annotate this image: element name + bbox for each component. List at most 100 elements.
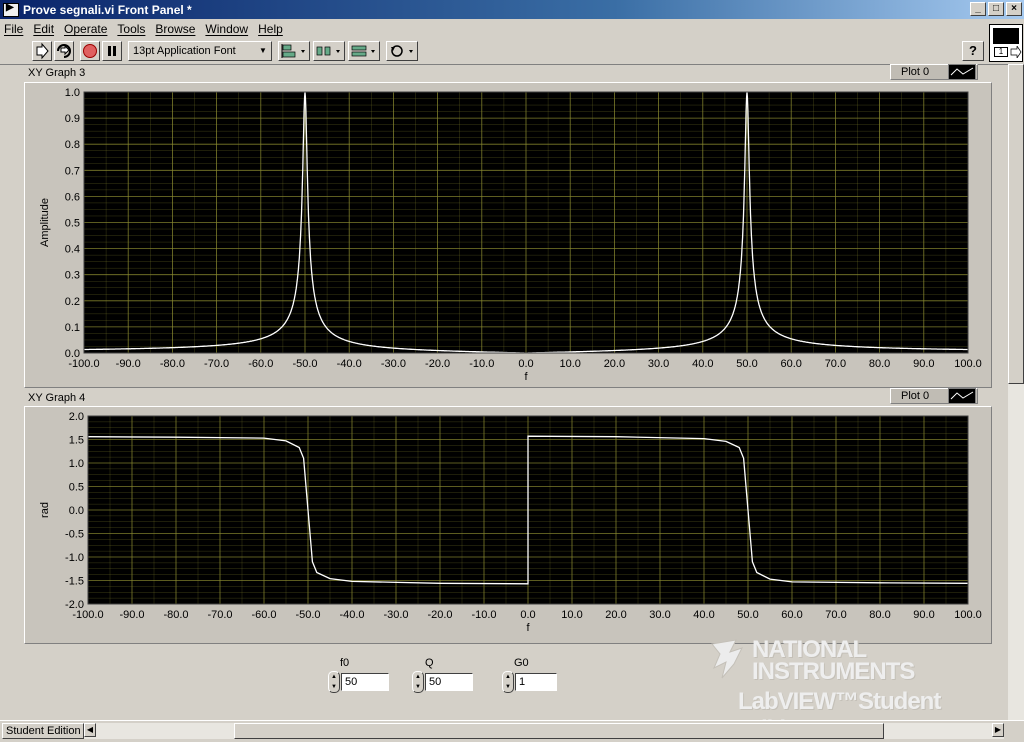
x-tick-label: -50.0 [292, 358, 317, 370]
pause-button[interactable] [102, 41, 122, 61]
maximize-button[interactable]: □ [988, 2, 1004, 16]
y-tick-label: 0.8 [65, 139, 80, 151]
y-tick-label: 0.0 [65, 348, 80, 360]
x-tick-label: -90.0 [116, 358, 141, 370]
x-tick-label: 80.0 [869, 358, 890, 370]
x-axis-label: f [524, 371, 528, 383]
y-tick-label: 1.5 [69, 435, 84, 447]
menu-file[interactable]: File [4, 22, 23, 36]
edition-label: Student Edition [2, 723, 84, 739]
scroll-right-button[interactable]: ▶ [992, 723, 1004, 737]
f0-label: f0 [340, 657, 350, 669]
x-tick-label: 80.0 [869, 609, 890, 621]
y-tick-label: 0.5 [65, 218, 80, 230]
vertical-scrollbar-thumb[interactable] [1008, 64, 1024, 384]
g0-label: G0 [514, 657, 529, 669]
ni-labview-logo: NATIONAL INSTRUMENTS LabVIEW™Student Edi… [708, 636, 1008, 742]
xy-graph-4-label: XY Graph 4 [26, 392, 88, 404]
xy-graph-4[interactable]: -100.0 -90.0 -80.0 -70.0 -60.0 -50.0 -40.0 -30.… [24, 406, 992, 644]
x-tick-label: 40.0 [693, 609, 714, 621]
x-tick-label: 100.0 [954, 609, 982, 621]
menu-operate[interactable]: Operate [64, 22, 107, 36]
reorder-icon [391, 45, 413, 57]
x-tick-label: -70.0 [207, 609, 232, 621]
x-tick-label: 60.0 [781, 609, 802, 621]
resize-objects-icon [351, 45, 375, 57]
x-tick-label: 20.0 [605, 609, 626, 621]
plot-line-icon [950, 391, 974, 400]
xy-graph-3[interactable]: -100.0 -90.0 -80.0 -70.0 -60.0 -50.0 -40.0 -30.… [24, 82, 992, 388]
help-icon: ? [969, 43, 977, 58]
vi-arrow-icon [1010, 46, 1022, 58]
x-tick-label: 0.0 [520, 609, 535, 621]
y-tick-label: 1.0 [69, 458, 84, 470]
y-tick-label: 0.4 [65, 244, 80, 256]
horizontal-scrollbar[interactable]: ◀ ▶ [84, 723, 1004, 739]
reorder-button[interactable] [386, 41, 418, 61]
window-title: Prove segnali.vi Front Panel * [23, 2, 192, 17]
g0-increment-decrement[interactable]: ▲ ▼ [502, 671, 514, 693]
f0-increment-decrement[interactable]: ▲ ▼ [328, 671, 340, 693]
g0-input[interactable]: 1 [515, 673, 557, 691]
resize-objects-button[interactable] [348, 41, 380, 61]
font-selector[interactable]: 13pt Application Font ▼ [128, 41, 272, 61]
y-axis-label: Amplitude [39, 198, 51, 247]
x-tick-label: -30.0 [381, 358, 406, 370]
abort-button[interactable] [80, 41, 100, 61]
vi-monitor-icon [993, 28, 1019, 44]
q-label: Q [425, 657, 434, 669]
align-objects-button[interactable] [278, 41, 310, 61]
context-help-button[interactable]: ? [962, 41, 984, 61]
menu-browse[interactable]: Browse [155, 22, 195, 36]
vi-icon[interactable]: 1 [989, 24, 1023, 62]
menu-edit[interactable]: Edit [33, 22, 54, 36]
title-bar: Prove segnali.vi Front Panel * _ □ × [0, 0, 1024, 19]
minimize-button[interactable]: _ [970, 2, 986, 16]
y-tick-label: -1.0 [65, 552, 84, 564]
ni-logo-line2: INSTRUMENTS [752, 658, 915, 685]
x-tick-label: 10.0 [561, 609, 582, 621]
menu-help[interactable]: Help [258, 22, 283, 36]
x-tick-label: 10.0 [559, 358, 580, 370]
close-button[interactable]: × [1006, 2, 1022, 16]
x-tick-label: -20.0 [427, 609, 452, 621]
x-tick-label: -60.0 [248, 358, 273, 370]
x-axis-label: f [526, 622, 530, 634]
y-tick-label: 0.6 [65, 191, 80, 203]
x-tick-label: -70.0 [204, 358, 229, 370]
run-continuously-icon [57, 44, 71, 58]
x-tick-label: -60.0 [251, 609, 276, 621]
run-continuously-button[interactable] [54, 41, 74, 61]
x-tick-label: -30.0 [383, 609, 408, 621]
run-button[interactable] [32, 41, 52, 61]
y-tick-label: 0.5 [69, 482, 84, 494]
x-tick-label: -10.0 [471, 609, 496, 621]
q-input[interactable]: 50 [425, 673, 473, 691]
bottom-bar: Student Edition ◀ ▶ [0, 720, 1024, 742]
x-tick-label: -80.0 [160, 358, 185, 370]
x-tick-label: -90.0 [119, 609, 144, 621]
menu-tools[interactable]: Tools [117, 22, 145, 36]
q-increment-decrement[interactable]: ▲ ▼ [412, 671, 424, 693]
x-tick-label: -40.0 [339, 609, 364, 621]
x-tick-label: 30.0 [649, 609, 670, 621]
x-tick-label: -80.0 [163, 609, 188, 621]
scroll-left-button[interactable]: ◀ [84, 723, 96, 737]
menu-window[interactable]: Window [205, 22, 248, 36]
distribute-objects-button[interactable] [313, 41, 345, 61]
horizontal-scrollbar-thumb[interactable] [234, 723, 884, 739]
x-tick-label: 40.0 [692, 358, 713, 370]
menu-bar: File Edit Operate Tools Browse Window He… [0, 19, 990, 39]
grid [83, 91, 969, 354]
y-tick-label: 0.2 [65, 296, 80, 308]
y-tick-label: 0.1 [65, 322, 80, 334]
x-tick-label: -40.0 [337, 358, 362, 370]
xy-graph-3-label: XY Graph 3 [26, 67, 88, 79]
y-tick-label: -1.5 [65, 576, 84, 588]
xy-graph-4-legend-swatch[interactable] [948, 388, 976, 404]
vertical-scrollbar[interactable] [1008, 64, 1024, 720]
xy-graph-3-legend-swatch[interactable] [948, 64, 976, 80]
pause-icon [108, 46, 116, 56]
y-tick-label: 0.0 [69, 505, 84, 517]
f0-input[interactable]: 50 [341, 673, 389, 691]
